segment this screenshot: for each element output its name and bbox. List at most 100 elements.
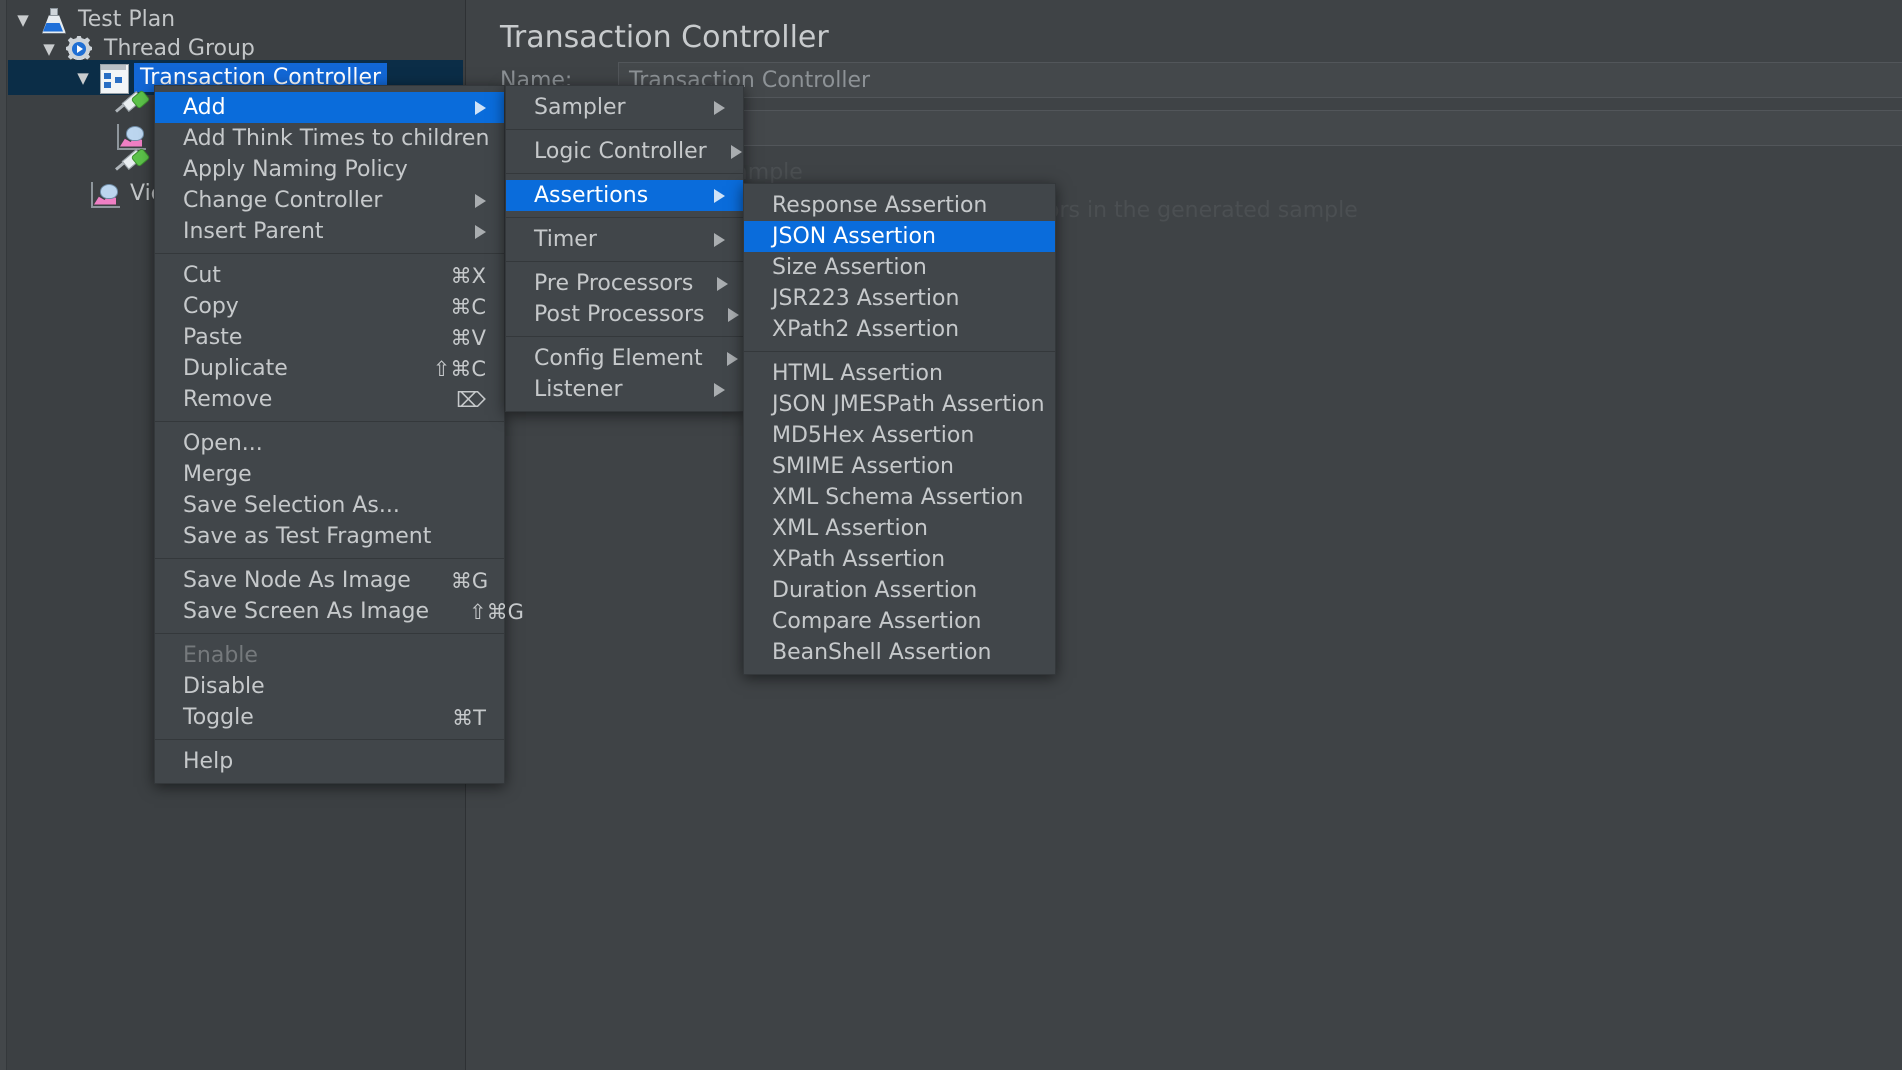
menu-separator [744,351,1055,352]
menu-item-label: Size Assertion [772,255,1037,280]
assertion-item-compare-assertion[interactable]: Compare Assertion [744,606,1055,637]
assertion-item-duration-assertion[interactable]: Duration Assertion [744,575,1055,606]
context-menu-item-apply-naming-policy[interactable]: Apply Naming Policy [155,154,504,185]
menu-separator [155,739,504,740]
menu-item-label: JSON JMESPath Assertion [772,392,1045,417]
context-menu-item-save-as-test-fragment[interactable]: Save as Test Fragment [155,521,504,552]
assertion-item-xml-assertion[interactable]: XML Assertion [744,513,1055,544]
context-menu-item-save-screen-as-image[interactable]: Save Screen As Image⇧⌘G [155,596,504,627]
add-menu-item-sampler[interactable]: Sampler [506,92,743,123]
submenu-arrow-icon [714,233,725,247]
assertion-item-jsr223-assertion[interactable]: JSR223 Assertion [744,283,1055,314]
assertion-item-smime-assertion[interactable]: SMIME Assertion [744,451,1055,482]
menu-item-label: Duplicate [183,356,393,381]
menu-item-label: Toggle [183,705,412,730]
submenu-arrow-icon [475,225,486,239]
menu-item-label: MD5Hex Assertion [772,423,1037,448]
submenu-arrow-icon [714,189,725,203]
assertion-item-html-assertion[interactable]: HTML Assertion [744,358,1055,389]
add-menu-item-listener[interactable]: Listener [506,374,743,405]
menu-item-label: Remove [183,387,416,412]
context-menu-item-save-node-as-image[interactable]: Save Node As Image⌘G [155,565,504,596]
menu-item-label: Copy [183,294,410,319]
menu-item-label: Duration Assertion [772,578,1037,603]
menu-item-label: XPath Assertion [772,547,1037,572]
menu-item-label: Change Controller [183,188,451,213]
context-menu-item-remove[interactable]: Remove⌦ [155,384,504,415]
add-menu-item-assertions[interactable]: Assertions [506,180,743,211]
add-menu-item-config-element[interactable]: Config Element [506,343,743,374]
assertion-item-size-assertion[interactable]: Size Assertion [744,252,1055,283]
assertion-item-response-assertion[interactable]: Response Assertion [744,190,1055,221]
menu-separator [155,253,504,254]
context-menu-item-copy[interactable]: Copy ⌘C [155,291,504,322]
menu-item-label: HTML Assertion [772,361,1037,386]
menu-separator [506,129,743,130]
pipette-icon [114,92,148,122]
context-menu-item-add-think-times-to-children[interactable]: Add Think Times to children [155,123,504,154]
menu-item-label: Save as Test Fragment [183,524,486,549]
menu-item-shortcut: ⇧⌘C [433,357,486,381]
menu-item-label: Save Selection As... [183,493,486,518]
chart-icon [114,121,148,151]
submenu-arrow-icon [714,383,725,397]
context-menu-item-change-controller[interactable]: Change Controller [155,185,504,216]
context-menu-item-disable[interactable]: Disable [155,671,504,702]
expand-toggle-icon[interactable]: ▼ [70,69,96,87]
menu-item-label: Pre Processors [534,271,693,296]
menu-item-label: Open... [183,431,486,456]
flask-icon [36,5,70,35]
context-menu-item-cut[interactable]: Cut⌘X [155,260,504,291]
menu-item-label: SMIME Assertion [772,454,1037,479]
context-menu-item-save-selection-as[interactable]: Save Selection As... [155,490,504,521]
assertion-item-json-assertion[interactable]: JSON Assertion [744,221,1055,252]
menu-separator [506,217,743,218]
assertion-item-xpath-assertion[interactable]: XPath Assertion [744,544,1055,575]
pipette-icon [114,150,148,180]
submenu-arrow-icon [475,194,486,208]
name-input[interactable]: Transaction Controller [618,62,1902,98]
assertion-item-xml-schema-assertion[interactable]: XML Schema Assertion [744,482,1055,513]
comments-input[interactable] [618,110,1902,146]
assertion-item-md5hex-assertion[interactable]: MD5Hex Assertion [744,420,1055,451]
context-menu-item-insert-parent[interactable]: Insert Parent [155,216,504,247]
menu-item-label: Config Element [534,346,703,371]
menu-item-shortcut: ⌘C [450,295,486,319]
menu-item-label: Cut [183,263,411,288]
add-menu-item-pre-processors[interactable]: Pre Processors [506,268,743,299]
add-menu-item-post-processors[interactable]: Post Processors [506,299,743,330]
chart-icon [88,179,122,209]
assertion-item-xpath2-assertion[interactable]: XPath2 Assertion [744,314,1055,345]
gear-icon [62,34,96,64]
context-menu-item-open[interactable]: Open... [155,428,504,459]
context-menu[interactable]: Add Add Think Times to children Apply Nami… [154,85,505,784]
menu-separator [155,421,504,422]
context-menu-item-toggle[interactable]: Toggle⌘T [155,702,504,733]
assertion-item-json-jmespath-assertion[interactable]: JSON JMESPath Assertion [744,389,1055,420]
menu-item-label: Add [183,95,451,120]
menu-separator [506,173,743,174]
add-menu-item-logic-controller[interactable]: Logic Controller [506,136,743,167]
menu-item-label: Add Think Times to children [183,126,489,151]
menu-item-label: XML Assertion [772,516,1037,541]
context-menu-item-duplicate[interactable]: Duplicate ⇧⌘C [155,353,504,384]
context-menu-item-help[interactable]: Help [155,746,504,777]
add-menu-item-timer[interactable]: Timer [506,224,743,255]
context-menu-item-add[interactable]: Add [155,92,504,123]
context-menu-item-paste[interactable]: Paste⌘V [155,322,504,353]
add-submenu[interactable]: Sampler Logic Controller Assertions Timer Pr… [505,85,744,412]
page-title: Transaction Controller [500,20,829,55]
menu-item-label: Timer [534,227,690,252]
menu-item-label: Assertions [534,183,690,208]
expand-toggle-icon[interactable]: ▼ [36,40,62,58]
menu-item-label: Disable [183,674,486,699]
menu-item-label: Merge [183,462,486,487]
expand-toggle-icon[interactable]: ▼ [10,11,36,29]
context-menu-item-merge[interactable]: Merge [155,459,504,490]
menu-item-label: XPath2 Assertion [772,317,1037,342]
assertion-item-beanshell-assertion[interactable]: BeanShell Assertion [744,637,1055,668]
context-menu-item-enable: Enable [155,640,504,671]
menu-item-shortcut: ⇧⌘G [469,600,524,624]
assertions-submenu[interactable]: Response AssertionJSON Assertion Size Ass… [743,183,1056,675]
menu-item-label: Save Node As Image [183,568,411,593]
